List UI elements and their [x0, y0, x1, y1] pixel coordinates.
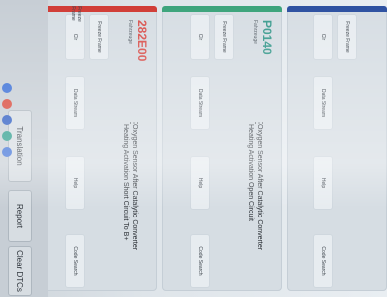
data-stream-button[interactable]: Data Stream	[190, 76, 210, 130]
data-stream-button[interactable]: Data Stream	[65, 76, 85, 130]
blue-circle-icon[interactable]	[2, 147, 12, 157]
red-circle-icon[interactable]	[2, 99, 12, 109]
code-search-button[interactable]: Code Search	[313, 234, 333, 288]
clr-button[interactable]: Clr	[313, 14, 333, 60]
code-search-button[interactable]: Code Search	[190, 234, 210, 288]
accent-bar	[37, 6, 157, 12]
help-button[interactable]: Help	[190, 156, 210, 210]
dtc-title: Oxygen Sensor After Catalytic Converter …	[122, 124, 138, 251]
freeze-frame-button[interactable]: Freeze Frame	[214, 14, 234, 60]
dtc-sub: Fahrzeuge	[252, 20, 258, 44]
accent-bar	[162, 6, 282, 12]
accent-bar	[287, 6, 387, 12]
data-stream-button[interactable]: Data Stream	[313, 76, 333, 130]
app-icons	[0, 0, 14, 297]
toolbar: Translation Report Clear DTCs	[0, 0, 48, 297]
screen: 282E00 Fahrzeuge ⋮ Oxygen Sensor After C…	[0, 0, 387, 297]
help-button[interactable]: Help	[313, 156, 333, 210]
freeze-frame-button[interactable]: Freeze Frame	[89, 14, 109, 60]
dtc-card: Clr Freeze Frame Data Stream Help Code S…	[287, 6, 387, 291]
dtc-code: 282E00	[135, 20, 149, 62]
dtc-sub: Fahrzeuge	[127, 20, 133, 44]
dtc-title: Oxygen Sensor After Catalytic Converter …	[247, 124, 263, 251]
clr-button[interactable]: Clr	[190, 14, 210, 60]
teal-circle-icon[interactable]	[2, 131, 12, 141]
freeze-frame-button[interactable]: Freeze Frame	[337, 14, 357, 60]
dtc-code: P0140	[260, 20, 274, 55]
help-button[interactable]: Help	[65, 156, 85, 210]
code-search-button[interactable]: Code Search	[65, 234, 85, 288]
blue-circle-icon[interactable]	[2, 115, 12, 125]
blue-circle-icon[interactable]	[2, 83, 12, 93]
